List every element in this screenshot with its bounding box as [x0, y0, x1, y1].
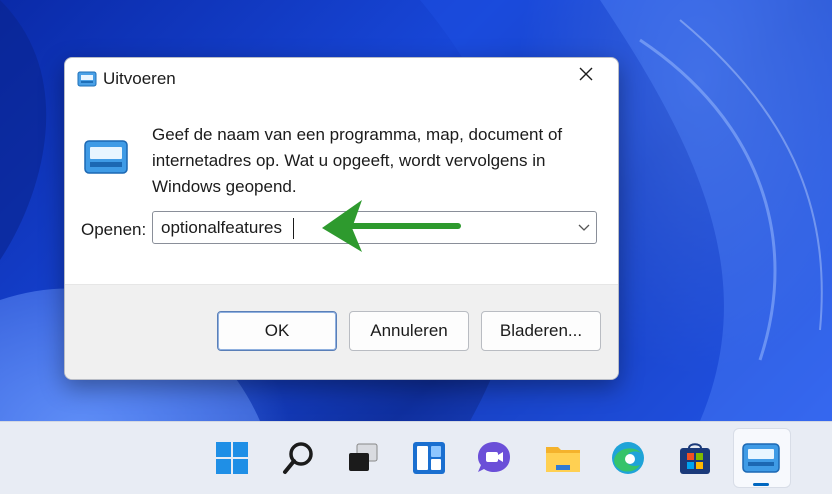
active-app-indicator	[753, 483, 769, 486]
start-icon[interactable]	[210, 436, 254, 480]
cancel-button[interactable]: Annuleren	[349, 311, 469, 351]
desktop-wallpaper: Uitvoeren Geef de naam van een programma…	[0, 0, 832, 421]
taskbar	[0, 421, 832, 494]
chat-icon[interactable]	[472, 436, 516, 480]
run-dialog: Uitvoeren Geef de naam van een programma…	[64, 57, 619, 380]
text-caret	[293, 218, 294, 239]
button-bar: OK Annuleren Bladeren...	[65, 284, 618, 379]
ok-button[interactable]: OK	[217, 311, 337, 351]
dialog-description: Geef de naam van een programma, map, doc…	[152, 125, 563, 196]
window-title: Uitvoeren	[103, 69, 176, 88]
browse-button[interactable]: Bladeren...	[481, 311, 601, 351]
search-icon[interactable]	[277, 436, 321, 480]
task-view-icon[interactable]	[341, 436, 385, 480]
run-icon	[77, 71, 97, 87]
file-explorer-icon[interactable]	[541, 436, 585, 480]
run-icon[interactable]	[739, 436, 783, 480]
widgets-icon[interactable]	[407, 436, 451, 480]
run-program-icon	[84, 140, 128, 174]
close-icon	[579, 67, 593, 81]
chevron-down-icon[interactable]	[578, 222, 590, 232]
close-button[interactable]	[578, 66, 608, 92]
edge-icon[interactable]	[606, 436, 650, 480]
open-combobox[interactable]: optionalfeatures	[152, 211, 597, 244]
open-input[interactable]: optionalfeatures	[161, 218, 282, 238]
title-bar[interactable]: Uitvoeren	[65, 58, 618, 100]
store-icon[interactable]	[673, 436, 717, 480]
open-label: Openen:	[81, 220, 147, 239]
